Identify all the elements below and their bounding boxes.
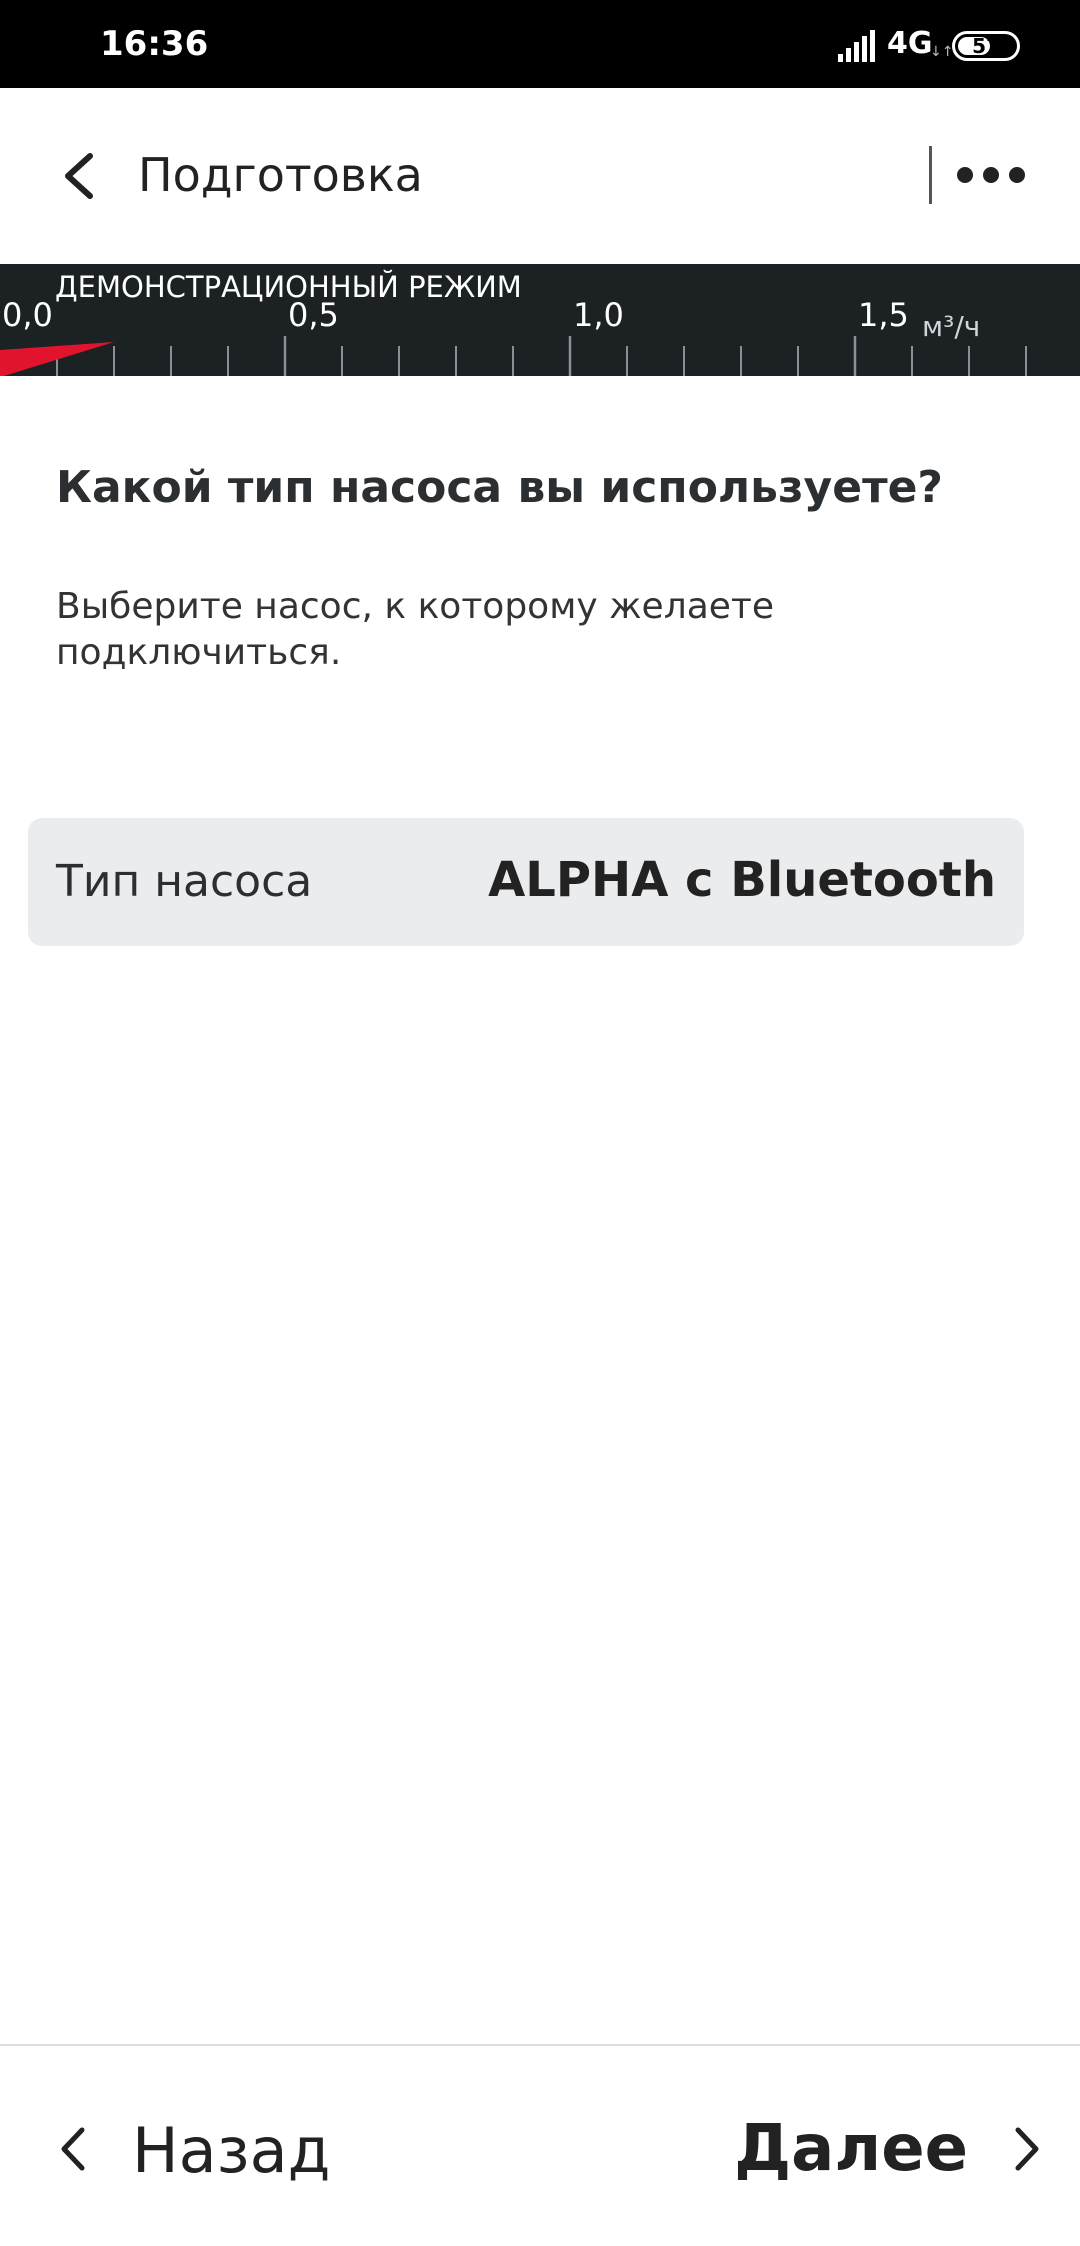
- network-activity-icon: ↓↑: [930, 44, 954, 60]
- next-button-label: Далее: [734, 2112, 968, 2186]
- battery-icon: 57: [952, 31, 1020, 61]
- pump-type-label: Тип насоса: [56, 856, 313, 907]
- page-title: Подготовка: [138, 148, 423, 202]
- bottom-divider: [0, 2044, 1080, 2046]
- back-button[interactable]: Назад: [40, 2092, 400, 2202]
- status-bar: 16:36 4G ↓↑ 57: [0, 0, 1080, 88]
- flow-gauge: ДЕМОНСТРАЦИОННЫЙ РЕЖИМ 0,0 0,5 1,0 1,5 м…: [0, 264, 1080, 376]
- signal-icon: [838, 30, 875, 62]
- more-icon[interactable]: [955, 160, 1027, 190]
- question-heading: Какой тип насоса вы используете?: [56, 462, 943, 513]
- status-time: 16:36: [100, 24, 209, 64]
- header-divider: [929, 146, 932, 204]
- tick-label-1: 0,5: [288, 296, 339, 334]
- next-button[interactable]: Далее: [660, 2092, 1060, 2202]
- unit-label: м³/ч: [922, 310, 981, 343]
- chevron-right-icon: [1015, 2127, 1039, 2171]
- question-subtitle: Выберите насос, к которому желаете подкл…: [56, 586, 775, 673]
- tick-label-3: 1,5: [858, 296, 909, 334]
- app-header: Подготовка: [0, 88, 1080, 264]
- battery-level: 57: [972, 34, 1000, 58]
- pump-type-selector[interactable]: Тип насоса ALPHA с Bluetooth: [28, 818, 1024, 946]
- chevron-left-icon: [61, 2127, 85, 2171]
- network-label: 4G: [887, 26, 933, 61]
- pump-type-value: ALPHA с Bluetooth: [488, 852, 996, 908]
- back-icon[interactable]: [56, 148, 104, 204]
- tick-label-2: 1,0: [573, 296, 624, 334]
- back-button-label: Назад: [132, 2114, 331, 2187]
- tick-label-0: 0,0: [2, 296, 53, 334]
